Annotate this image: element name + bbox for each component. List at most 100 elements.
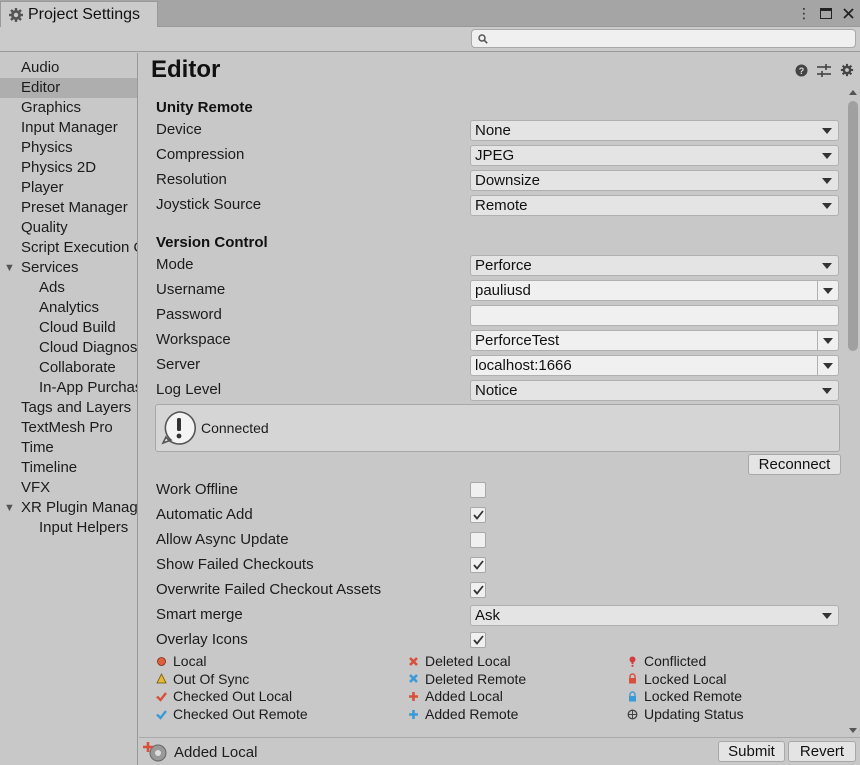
- sidebar-item[interactable]: Quality: [0, 218, 137, 238]
- search-input[interactable]: [492, 31, 855, 46]
- legend-item: Checked Out Local: [156, 687, 292, 705]
- sidebar-item[interactable]: Timeline: [0, 458, 137, 478]
- expand-triangle-icon[interactable]: ▼: [4, 258, 16, 278]
- legend-label: Updating Status: [644, 706, 744, 723]
- server-field[interactable]: localhost:1666: [470, 355, 839, 376]
- joystick-source-dropdown[interactable]: Remote: [470, 195, 839, 216]
- sidebar-item[interactable]: Player: [0, 178, 137, 198]
- scroll-down-icon[interactable]: [849, 728, 857, 733]
- sidebar-item-label: Cloud Diagnostics: [39, 339, 138, 356]
- overwrite-failed-checkout-assets-label: Overwrite Failed Checkout Assets: [156, 581, 382, 598]
- show-failed-checkouts-row: Show Failed Checkouts: [156, 554, 839, 576]
- sidebar-item[interactable]: Cloud Diagnostics: [0, 338, 137, 358]
- sidebar-item[interactable]: Ads: [0, 278, 137, 298]
- resolution-value: Downsize: [475, 172, 541, 189]
- settings-gear-icon[interactable]: [840, 63, 854, 77]
- chevron-down-icon[interactable]: [823, 288, 833, 294]
- vertical-scrollbar[interactable]: [846, 83, 860, 737]
- help-icon[interactable]: ?: [794, 63, 808, 77]
- sidebar-item-label: Ads: [39, 279, 65, 296]
- sidebar-item[interactable]: Preset Manager: [0, 198, 137, 218]
- sidebar-item[interactable]: Input Helpers: [0, 518, 137, 538]
- sidebar-item[interactable]: Graphics: [0, 98, 137, 118]
- more-options-icon[interactable]: ⋮: [796, 3, 812, 23]
- device-dropdown[interactable]: None: [470, 120, 839, 141]
- gear-icon: [9, 7, 23, 22]
- smart-merge-dropdown[interactable]: Ask: [470, 605, 839, 626]
- log-level-dropdown[interactable]: Notice: [470, 380, 839, 401]
- sidebar-item[interactable]: Time: [0, 438, 137, 458]
- resolution-dropdown[interactable]: Downsize: [470, 170, 839, 191]
- smart-merge-label: Smart merge: [156, 606, 243, 623]
- sidebar-item[interactable]: Analytics: [0, 298, 137, 318]
- sidebar-item[interactable]: In-App Purchasing: [0, 378, 137, 398]
- sidebar-item[interactable]: Cloud Build: [0, 318, 137, 338]
- allow-async-update-label: Allow Async Update: [156, 531, 289, 548]
- chevron-down-icon: [822, 178, 832, 184]
- sidebar-item[interactable]: Input Manager: [0, 118, 137, 138]
- updating-status-icon: [627, 709, 638, 720]
- preset-sliders-icon[interactable]: [817, 63, 831, 77]
- version-control-heading: Version Control: [156, 234, 268, 251]
- close-icon[interactable]: [840, 3, 856, 23]
- lock-icon: [629, 673, 636, 684]
- allow-async-update-checkbox[interactable]: [470, 532, 486, 548]
- mode-value: Perforce: [475, 257, 532, 274]
- device-row: Device None: [156, 119, 839, 141]
- overlay-icons-checkbox[interactable]: [470, 632, 486, 648]
- mode-dropdown[interactable]: Perforce: [470, 255, 839, 276]
- sidebar-item-label: XR Plugin Management: [21, 499, 138, 516]
- chevron-down-icon[interactable]: [823, 363, 833, 369]
- sidebar-item[interactable]: Physics: [0, 138, 137, 158]
- device-label: Device: [156, 121, 202, 138]
- reconnect-button[interactable]: Reconnect: [748, 454, 841, 475]
- sidebar-item[interactable]: TextMesh Pro: [0, 418, 137, 438]
- sidebar-item[interactable]: Physics 2D: [0, 158, 137, 178]
- compression-dropdown[interactable]: JPEG: [470, 145, 839, 166]
- legend-item: Deleted Local: [408, 652, 511, 670]
- sidebar-item[interactable]: VFX: [0, 478, 137, 498]
- smart-merge-value: Ask: [475, 607, 501, 624]
- sidebar-item-label: Services: [21, 259, 79, 276]
- username-value: pauliusd: [475, 282, 531, 299]
- expand-triangle-icon[interactable]: ▼: [4, 498, 16, 518]
- legend-label: Locked Remote: [644, 688, 743, 705]
- local-circle-icon: [157, 656, 166, 666]
- settings-sidebar: Audio Editor Graphics Input Manager Physics P…: [0, 53, 138, 765]
- chevron-down-icon: [822, 263, 832, 269]
- username-label: Username: [156, 281, 226, 298]
- submit-button[interactable]: Submit: [718, 741, 785, 762]
- show-failed-checkouts-checkbox[interactable]: [470, 557, 486, 573]
- smart-merge-row: Smart merge Ask: [156, 604, 839, 626]
- editor-settings-panel: Editor ? Unity Remote Device None Compre…: [139, 53, 860, 737]
- tab-title: Project Settings: [28, 5, 141, 23]
- maximize-icon[interactable]: [818, 3, 834, 23]
- tab-project-settings[interactable]: Project Settings: [0, 1, 158, 27]
- revert-button[interactable]: Revert: [788, 741, 856, 762]
- scrollbar-thumb[interactable]: [848, 101, 858, 351]
- overwrite-failed-checkout-assets-checkbox[interactable]: [470, 582, 486, 598]
- password-field[interactable]: [470, 305, 839, 326]
- compression-value: JPEG: [475, 147, 515, 164]
- sidebar-item[interactable]: ▼ XR Plugin Management: [0, 498, 137, 518]
- scroll-up-icon[interactable]: [849, 90, 857, 95]
- sidebar-item-label: Graphics: [21, 99, 82, 116]
- work-offline-checkbox[interactable]: [470, 482, 486, 498]
- username-field[interactable]: pauliusd: [470, 280, 839, 301]
- overwrite-failed-checkout-assets-row: Overwrite Failed Checkout Assets: [156, 579, 839, 601]
- sidebar-item[interactable]: Collaborate: [0, 358, 137, 378]
- sidebar-item[interactable]: Tags and Layers: [0, 398, 137, 418]
- chevron-down-icon: [822, 613, 832, 619]
- chevron-down-icon: [822, 388, 832, 394]
- sidebar-item[interactable]: Editor: [0, 78, 137, 98]
- chevron-down-icon[interactable]: [823, 338, 833, 344]
- legend-label: Deleted Local: [425, 653, 511, 669]
- workspace-field[interactable]: PerforceTest: [470, 330, 839, 351]
- compression-label: Compression: [156, 146, 245, 163]
- sidebar-item[interactable]: ▼ Services: [0, 258, 137, 278]
- automatic-add-checkbox[interactable]: [470, 507, 486, 523]
- search-box[interactable]: [471, 29, 856, 48]
- sidebar-item[interactable]: Audio: [0, 58, 137, 78]
- sidebar-item[interactable]: Script Execution Order: [0, 238, 137, 258]
- workspace-value: PerforceTest: [475, 332, 560, 349]
